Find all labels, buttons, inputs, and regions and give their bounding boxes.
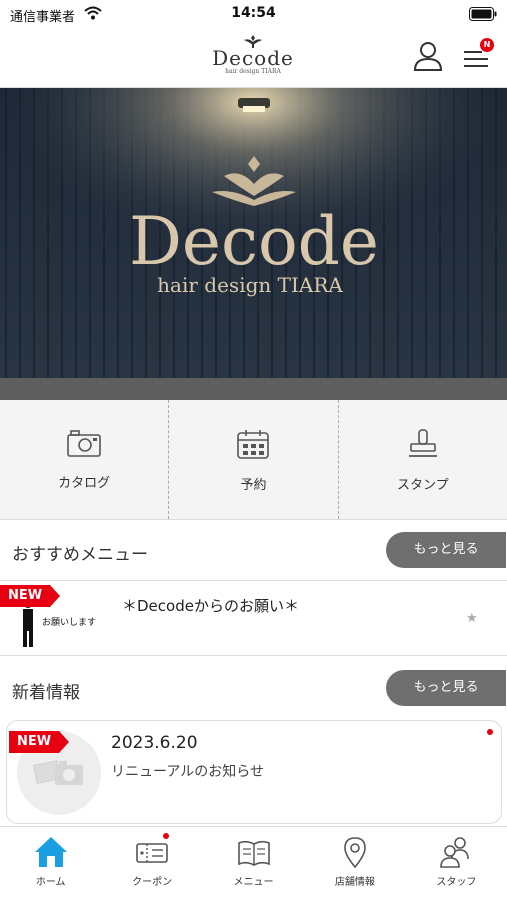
tab-menu-label: メニュー: [233, 877, 274, 888]
tab-store-info[interactable]: 店舗情報: [304, 827, 405, 900]
news-new-badge: NEW: [9, 731, 70, 753]
news-more-button[interactable]: もっと見る: [386, 670, 506, 706]
coupon-icon: [136, 843, 168, 863]
quicknav-stamp[interactable]: スタンプ: [337, 400, 507, 519]
quicknav-stamp-label: スタンプ: [397, 478, 449, 493]
thumbnail-caption: お願いします: [42, 617, 96, 628]
hamburger-menu-button[interactable]: N: [460, 38, 494, 74]
sign-text: Decode: [129, 203, 379, 280]
map-pin-icon: [344, 837, 366, 869]
notification-badge: N: [480, 38, 494, 52]
battery-icon: [469, 7, 497, 21]
home-icon: [34, 837, 67, 867]
quicknav-catalog-label: カタログ: [58, 476, 111, 491]
recommend-section-title: おすすめメニュー: [12, 545, 148, 565]
logo-text: Decode: [212, 46, 294, 70]
quicknav-catalog[interactable]: カタログ: [0, 400, 168, 519]
quick-nav: カタログ 予約 スタンプ: [0, 400, 507, 520]
recommend-section-header: おすすめメニュー もっと見る: [0, 520, 507, 580]
hero-banner[interactable]: Decode hair design TIARA: [0, 88, 507, 378]
quicknav-reservation-label: 予約: [240, 478, 267, 493]
news-card[interactable]: NEW 2023.6.20 リニューアルのお知らせ: [6, 720, 502, 824]
tab-staff-label: スタッフ: [436, 877, 477, 888]
news-date: 2023.6.20: [111, 733, 198, 753]
storefront-sign-image: Decode hair design TIARA: [0, 88, 507, 378]
app-header: Decode hair design TIARA N: [0, 30, 507, 88]
news-title: リニューアルのお知らせ: [111, 764, 265, 780]
sign-subtext: hair design TIARA: [157, 273, 343, 297]
bottom-tab-bar: ホーム クーポン メニュー 店舗情報 スタッフ: [0, 826, 507, 900]
new-badge: NEW: [0, 585, 61, 607]
app-logo[interactable]: Decode hair design TIARA: [203, 34, 303, 76]
tab-home[interactable]: ホーム: [0, 827, 101, 900]
hero-divider: [0, 378, 507, 400]
staff-icon: [440, 837, 470, 868]
tab-staff[interactable]: スタッフ: [406, 827, 507, 900]
recommend-list-item[interactable]: お願いします NEW ＊Decodeからのお願い＊ ★: [0, 580, 507, 656]
tab-coupon-label: クーポン: [132, 877, 173, 888]
tab-store-info-label: 店舗情報: [334, 877, 375, 888]
quicknav-reservation[interactable]: 予約: [168, 400, 337, 519]
calendar-icon: [237, 430, 270, 459]
news-section-header: 新着情報 もっと見る: [0, 658, 507, 718]
news-section-title: 新着情報: [12, 683, 80, 703]
stamp-icon: [408, 429, 437, 457]
tab-home-label: ホーム: [35, 877, 66, 888]
user-icon[interactable]: [412, 40, 444, 72]
recommend-more-button[interactable]: もっと見る: [386, 532, 506, 568]
camera-icon: [67, 430, 101, 457]
favorite-star-icon[interactable]: ★: [466, 611, 478, 626]
status-bar: 通信事業者 14:54: [0, 0, 507, 30]
tab-menu[interactable]: メニュー: [203, 827, 304, 900]
recommend-item-title: ＊Decodeからのお願い＊: [122, 597, 299, 615]
book-icon: [237, 840, 270, 866]
unread-dot: [487, 729, 493, 735]
clock: 14:54: [231, 5, 276, 21]
tab-coupon[interactable]: クーポン: [101, 827, 202, 900]
